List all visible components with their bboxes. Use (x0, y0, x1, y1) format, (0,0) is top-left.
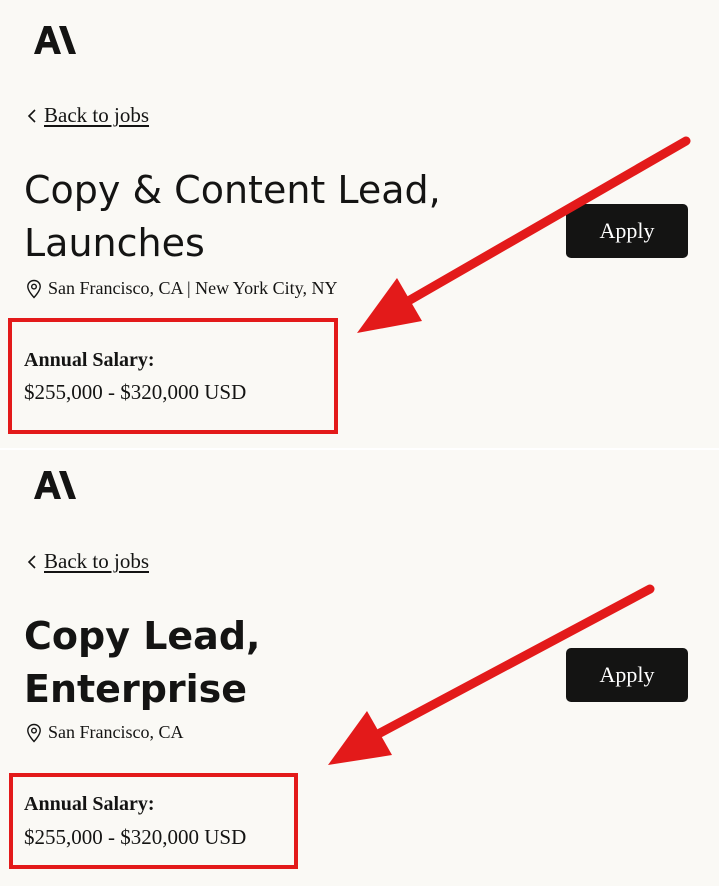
chevron-left-icon (27, 554, 36, 569)
job-title-line-2: Enterprise (24, 667, 248, 711)
salary-label: Annual Salary: (24, 349, 155, 371)
job-title-line-2: Launches (24, 221, 205, 265)
apply-button[interactable]: Apply (566, 204, 688, 258)
back-to-jobs-label: Back to jobs (44, 549, 149, 573)
job-title: Copy Lead, Enterprise (24, 610, 260, 716)
anthropic-logo[interactable] (34, 26, 80, 54)
job-title-line-1: Copy & Content Lead, (24, 168, 441, 212)
chevron-left-icon (27, 108, 36, 123)
salary-highlight-box (9, 773, 298, 869)
job-location: San Francisco, CA (26, 722, 183, 743)
back-to-jobs-link[interactable]: Back to jobs (26, 549, 149, 574)
job-title: Copy & Content Lead, Launches (24, 164, 441, 270)
anthropic-logo[interactable] (34, 471, 80, 499)
job-location: San Francisco, CA | New York City, NY (26, 278, 337, 299)
salary-highlight-box (8, 318, 338, 434)
job-location-text: San Francisco, CA (48, 722, 184, 742)
salary-value: $255,000 - $320,000 USD (24, 380, 247, 404)
job-title-line-1: Copy Lead, (24, 614, 261, 658)
apply-button[interactable]: Apply (566, 648, 688, 702)
back-to-jobs-link[interactable]: Back to jobs (26, 103, 149, 128)
salary-value: $255,000 - $320,000 USD (24, 825, 247, 849)
back-to-jobs-label: Back to jobs (44, 103, 149, 127)
job-location-text: San Francisco, CA | New York City, NY (48, 278, 338, 298)
job-posting-panel-1: Back to jobs Copy & Content Lead, Launch… (0, 0, 719, 448)
salary-label: Annual Salary: (24, 793, 155, 815)
map-pin-icon (27, 279, 41, 299)
map-pin-icon (27, 723, 41, 743)
